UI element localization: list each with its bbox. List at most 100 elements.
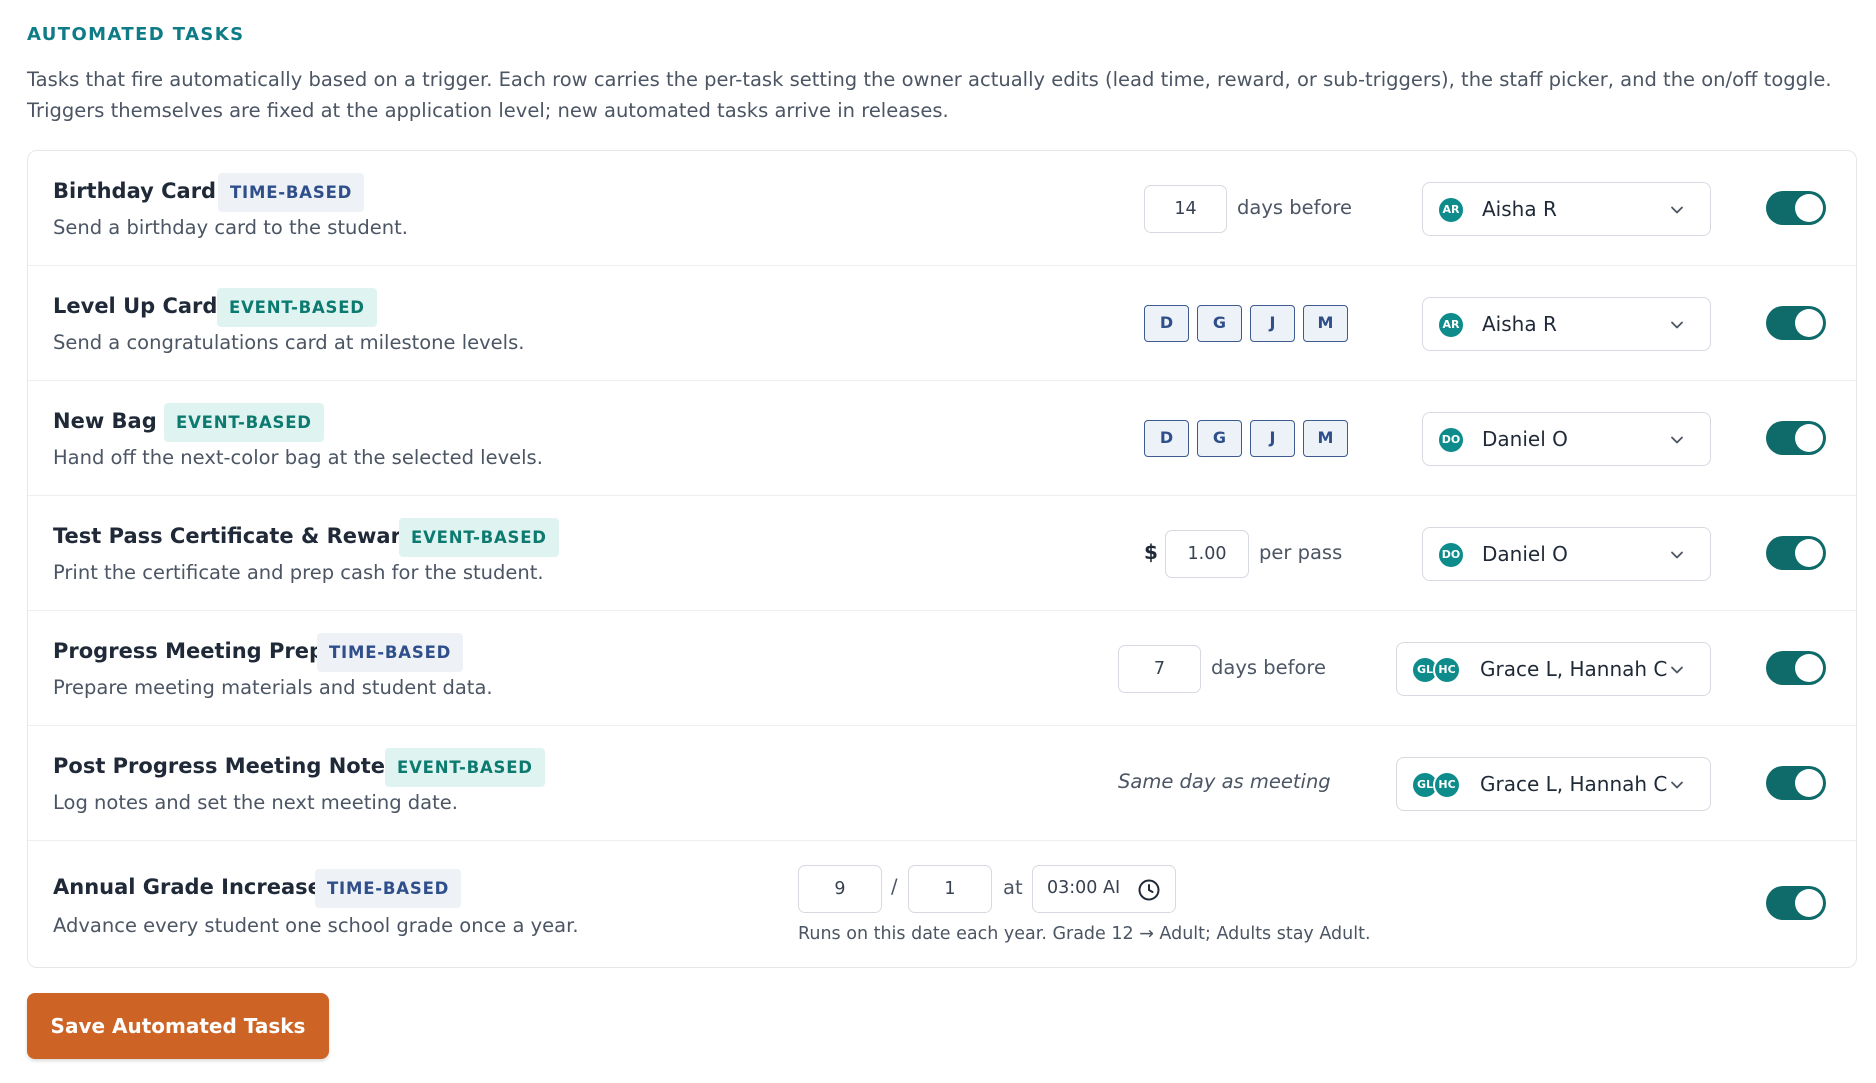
avatar: AR [1437, 311, 1465, 339]
staff-avatars: DO [1437, 426, 1465, 454]
task-row-birthday-card: Birthday Card TIME-BASED Send a birthday… [28, 151, 1856, 266]
staff-avatars: DO [1437, 541, 1465, 569]
avatar: DO [1437, 541, 1465, 569]
chevron-down-icon [1671, 551, 1683, 559]
task-enabled-toggle[interactable] [1766, 886, 1826, 920]
task-description: Prepare meeting materials and student da… [53, 676, 493, 699]
toggle-knob [1795, 539, 1823, 567]
chevron-down-icon [1671, 321, 1683, 329]
task-description: Send a congratulations card at milestone… [53, 331, 525, 354]
chevron-down-icon [1671, 206, 1683, 214]
staff-picker[interactable]: AR Aisha R [1422, 182, 1711, 236]
level-chip-j[interactable]: J [1250, 420, 1295, 457]
staff-name: Aisha R [1482, 312, 1557, 336]
staff-name: Grace L, Hannah C [1480, 772, 1668, 796]
staff-picker[interactable]: AR Aisha R [1422, 297, 1711, 351]
lead-time-input[interactable] [1118, 645, 1201, 693]
reward-suffix: per pass [1259, 541, 1343, 564]
toggle-knob [1795, 194, 1823, 222]
staff-avatars: AR [1437, 196, 1465, 224]
level-chips: D G J M [1144, 420, 1348, 457]
staff-name: Daniel O [1482, 427, 1568, 451]
task-name: New Bag [53, 409, 157, 433]
task-name: Post Progress Meeting Notes [53, 754, 398, 778]
trigger-type-badge: TIME-BASED [317, 633, 464, 672]
level-chip-d[interactable]: D [1144, 420, 1189, 457]
task-description: Advance every student one school grade o… [53, 914, 579, 937]
task-description: Log notes and set the next meeting date. [53, 791, 458, 814]
section-description: Tasks that fire automatically based on a… [27, 64, 1857, 126]
currency-symbol: $ [1144, 540, 1158, 564]
toggle-knob [1795, 309, 1823, 337]
level-chip-g[interactable]: G [1197, 420, 1242, 457]
trigger-type-badge: TIME-BASED [218, 173, 365, 212]
task-enabled-toggle[interactable] [1766, 651, 1826, 685]
toggle-knob [1795, 889, 1823, 917]
task-row-test-pass-certificate: Test Pass Certificate & Reward EVENT-BAS… [28, 496, 1856, 611]
month-input[interactable] [798, 865, 882, 913]
task-enabled-toggle[interactable] [1766, 191, 1826, 225]
task-enabled-toggle[interactable] [1766, 421, 1826, 455]
trigger-type-badge: TIME-BASED [315, 869, 462, 908]
level-chip-m[interactable]: M [1303, 420, 1348, 457]
task-enabled-toggle[interactable] [1766, 306, 1826, 340]
day-input[interactable] [908, 865, 992, 913]
time-input[interactable]: 03:00 AI [1032, 865, 1176, 913]
staff-picker[interactable]: GL HC Grace L, Hannah C [1396, 642, 1711, 696]
trigger-type-badge: EVENT-BASED [399, 518, 559, 557]
avatar: AR [1437, 196, 1465, 224]
lead-time-suffix: days before [1237, 196, 1352, 219]
staff-picker[interactable]: GL HC Grace L, Hannah C [1396, 757, 1711, 811]
task-row-annual-grade-increase: Annual Grade Increase TIME-BASED Advance… [28, 841, 1856, 966]
schedule-helper-text: Runs on this date each year. Grade 12 → … [798, 924, 1371, 944]
staff-picker[interactable]: DO Daniel O [1422, 412, 1711, 466]
toggle-knob [1795, 654, 1823, 682]
clock-icon[interactable] [1137, 878, 1161, 902]
at-label: at [1003, 876, 1023, 899]
time-value: 03:00 AI [1047, 878, 1121, 898]
section-description-line-2: Triggers themselves are fixed at the app… [27, 99, 949, 122]
task-enabled-toggle[interactable] [1766, 536, 1826, 570]
tasks-card: Birthday Card TIME-BASED Send a birthday… [27, 150, 1857, 968]
level-chip-j[interactable]: J [1250, 305, 1295, 342]
task-name: Level Up Card [53, 294, 218, 318]
task-row-level-up-card: Level Up Card EVENT-BASED Send a congrat… [28, 266, 1856, 381]
staff-avatars: AR [1437, 311, 1465, 339]
staff-avatars: GL HC [1411, 771, 1461, 799]
trigger-type-badge: EVENT-BASED [217, 288, 377, 327]
staff-name: Daniel O [1482, 542, 1568, 566]
chevron-down-icon [1671, 666, 1683, 674]
task-enabled-toggle[interactable] [1766, 766, 1826, 800]
avatar: DO [1437, 426, 1465, 454]
lead-time-suffix: days before [1211, 656, 1326, 679]
section-title: AUTOMATED TASKS [27, 24, 245, 45]
staff-picker[interactable]: DO Daniel O [1422, 527, 1711, 581]
section-description-line-1: Tasks that fire automatically based on a… [27, 68, 1832, 91]
save-automated-tasks-button[interactable]: Save Automated Tasks [27, 993, 329, 1059]
task-description: Hand off the next-color bag at the selec… [53, 446, 543, 469]
staff-name: Grace L, Hannah C [1480, 657, 1668, 681]
staff-avatars: GL HC [1411, 656, 1461, 684]
task-description: Print the certificate and prep cash for … [53, 561, 544, 584]
chevron-down-icon [1671, 781, 1683, 789]
chevron-down-icon [1671, 436, 1683, 444]
task-row-progress-meeting-prep: Progress Meeting Prep TIME-BASED Prepare… [28, 611, 1856, 726]
lead-time-input[interactable] [1144, 185, 1227, 233]
trigger-type-badge: EVENT-BASED [385, 748, 545, 787]
task-name: Progress Meeting Prep [53, 639, 325, 663]
avatar: HC [1433, 771, 1461, 799]
trigger-type-badge: EVENT-BASED [164, 403, 324, 442]
task-name: Annual Grade Increase [53, 875, 322, 899]
trigger-note: Same day as meeting [1118, 770, 1331, 793]
date-separator: / [891, 875, 898, 898]
level-chip-m[interactable]: M [1303, 305, 1348, 342]
toggle-knob [1795, 424, 1823, 452]
level-chip-d[interactable]: D [1144, 305, 1189, 342]
level-chips: D G J M [1144, 305, 1348, 342]
task-row-post-progress-meeting-notes: Post Progress Meeting Notes EVENT-BASED … [28, 726, 1856, 841]
reward-amount-input[interactable] [1165, 530, 1249, 578]
staff-name: Aisha R [1482, 197, 1557, 221]
level-chip-g[interactable]: G [1197, 305, 1242, 342]
task-name: Birthday Card [53, 179, 217, 203]
task-row-new-bag: New Bag EVENT-BASED Hand off the next-co… [28, 381, 1856, 496]
